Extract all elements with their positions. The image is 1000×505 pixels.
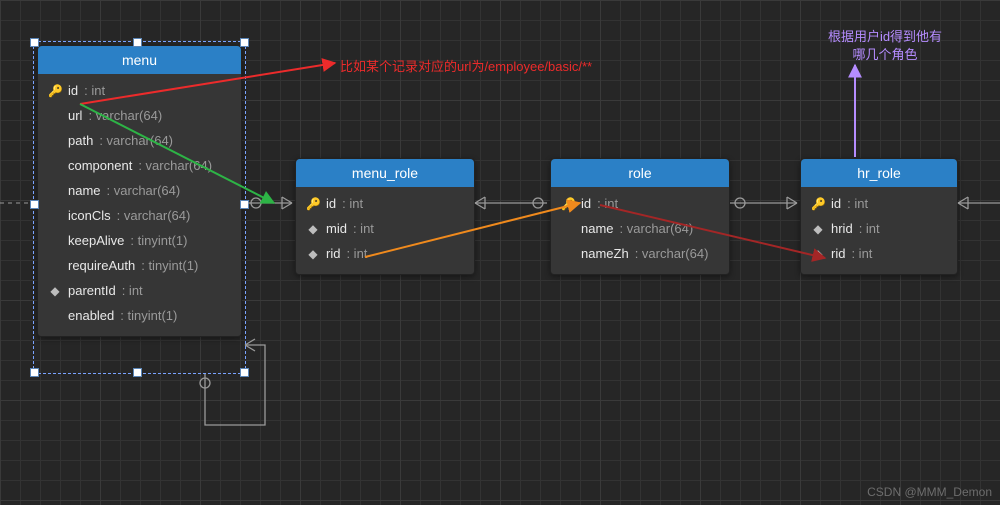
resize-handle-e[interactable] [240,200,249,209]
field-name: mid [326,221,347,236]
field-type: : varchar(64) [107,183,181,198]
field-name: url [68,108,82,123]
table-hr-role-title[interactable]: hr_role [801,159,957,187]
field-name: id [581,196,591,211]
fk-icon: ◆ [48,284,62,298]
resize-handle-n[interactable] [133,38,142,47]
resize-handle-w[interactable] [30,200,39,209]
pk-icon: 🔑 [811,197,825,211]
field-row[interactable]: name : varchar(64) [38,178,241,203]
field-type: : tinyint(1) [130,233,187,248]
fk-icon: ◆ [811,247,825,261]
field-type: : int [342,196,363,211]
field-row[interactable]: ◆ rid : int [801,241,957,266]
field-type: : int [859,221,880,236]
field-row[interactable]: enabled : tinyint(1) [38,303,241,328]
resize-handle-sw[interactable] [30,368,39,377]
field-name: id [831,196,841,211]
resize-handle-se[interactable] [240,368,249,377]
field-row[interactable]: 🔑 id : int [551,191,729,216]
pk-icon: 🔑 [306,197,320,211]
table-role-title[interactable]: role [551,159,729,187]
field-row[interactable]: requireAuth : tinyint(1) [38,253,241,278]
field-row[interactable]: name : varchar(64) [551,216,729,241]
field-name: id [68,83,78,98]
resize-handle-nw[interactable] [30,38,39,47]
field-row[interactable]: 🔑 id : int [801,191,957,216]
field-type: : varchar(64) [88,108,162,123]
field-type: : int [851,246,872,261]
field-row[interactable]: path : varchar(64) [38,128,241,153]
table-hr-role[interactable]: hr_role 🔑 id : int ◆ hrid : int ◆ rid : int [800,158,958,275]
field-name: hrid [831,221,853,236]
field-type: : int [353,221,374,236]
field-name: nameZh [581,246,629,261]
fk-icon: ◆ [306,247,320,261]
field-name: rid [831,246,845,261]
table-menu-role-rows: 🔑 id : int ◆ mid : int ◆ rid : int [296,187,474,274]
field-row[interactable]: keepAlive : tinyint(1) [38,228,241,253]
field-type: : int [346,246,367,261]
table-menu-title[interactable]: menu [38,46,241,74]
field-name: id [326,196,336,211]
field-name: rid [326,246,340,261]
annotation-purple-l2: 哪几个角色 [852,47,917,62]
annotation-purple-l1: 根据用户id得到他有 [828,29,942,44]
field-type: : int [597,196,618,211]
table-role-rows: 🔑 id : int name : varchar(64) nameZh : varc… [551,187,729,274]
pk-icon: 🔑 [561,197,575,211]
field-name: component [68,158,132,173]
field-name: name [581,221,614,236]
field-type: : varchar(64) [620,221,694,236]
field-row[interactable]: ◆ mid : int [296,216,474,241]
field-type: : tinyint(1) [120,308,177,323]
field-row[interactable]: ◆ rid : int [296,241,474,266]
field-type: : varchar(64) [138,158,212,173]
field-row[interactable]: ◆ hrid : int [801,216,957,241]
table-menu-role[interactable]: menu_role 🔑 id : int ◆ mid : int ◆ rid : in… [295,158,475,275]
table-hr-role-rows: 🔑 id : int ◆ hrid : int ◆ rid : int [801,187,957,274]
field-type: : int [84,83,105,98]
field-row[interactable]: ◆ parentId : int [38,278,241,303]
table-role[interactable]: role 🔑 id : int name : varchar(64) nameZh:… [550,158,730,275]
resize-handle-s[interactable] [133,368,142,377]
field-type: : int [847,196,868,211]
field-type: : int [122,283,143,298]
field-type: : varchar(64) [635,246,709,261]
field-name: iconCls [68,208,111,223]
field-type: : tinyint(1) [141,258,198,273]
fk-icon: ◆ [306,222,320,236]
pk-icon: 🔑 [48,84,62,98]
field-row[interactable]: url : varchar(64) [38,103,241,128]
table-menu-role-title[interactable]: menu_role [296,159,474,187]
table-menu[interactable]: menu 🔑 id : int url : varchar(64) path : va… [37,45,242,337]
field-name: keepAlive [68,233,124,248]
field-type: : varchar(64) [99,133,173,148]
field-name: parentId [68,283,116,298]
resize-handle-ne[interactable] [240,38,249,47]
field-type: : varchar(64) [117,208,191,223]
field-row[interactable]: component : varchar(64) [38,153,241,178]
field-row[interactable]: iconCls : varchar(64) [38,203,241,228]
watermark: CSDN @MMM_Demon [867,485,992,499]
field-name: requireAuth [68,258,135,273]
annotation-purple: 根据用户id得到他有 哪几个角色 [815,28,955,63]
field-name: enabled [68,308,114,323]
field-name: path [68,133,93,148]
field-row[interactable]: 🔑 id : int [38,78,241,103]
field-row[interactable]: nameZh : varchar(64) [551,241,729,266]
annotation-red: 比如某个记录对应的url为/employee/basic/** [340,56,592,75]
fk-icon: ◆ [811,222,825,236]
table-menu-rows: 🔑 id : int url : varchar(64) path : varchar… [38,74,241,336]
field-name: name [68,183,101,198]
field-row[interactable]: 🔑 id : int [296,191,474,216]
